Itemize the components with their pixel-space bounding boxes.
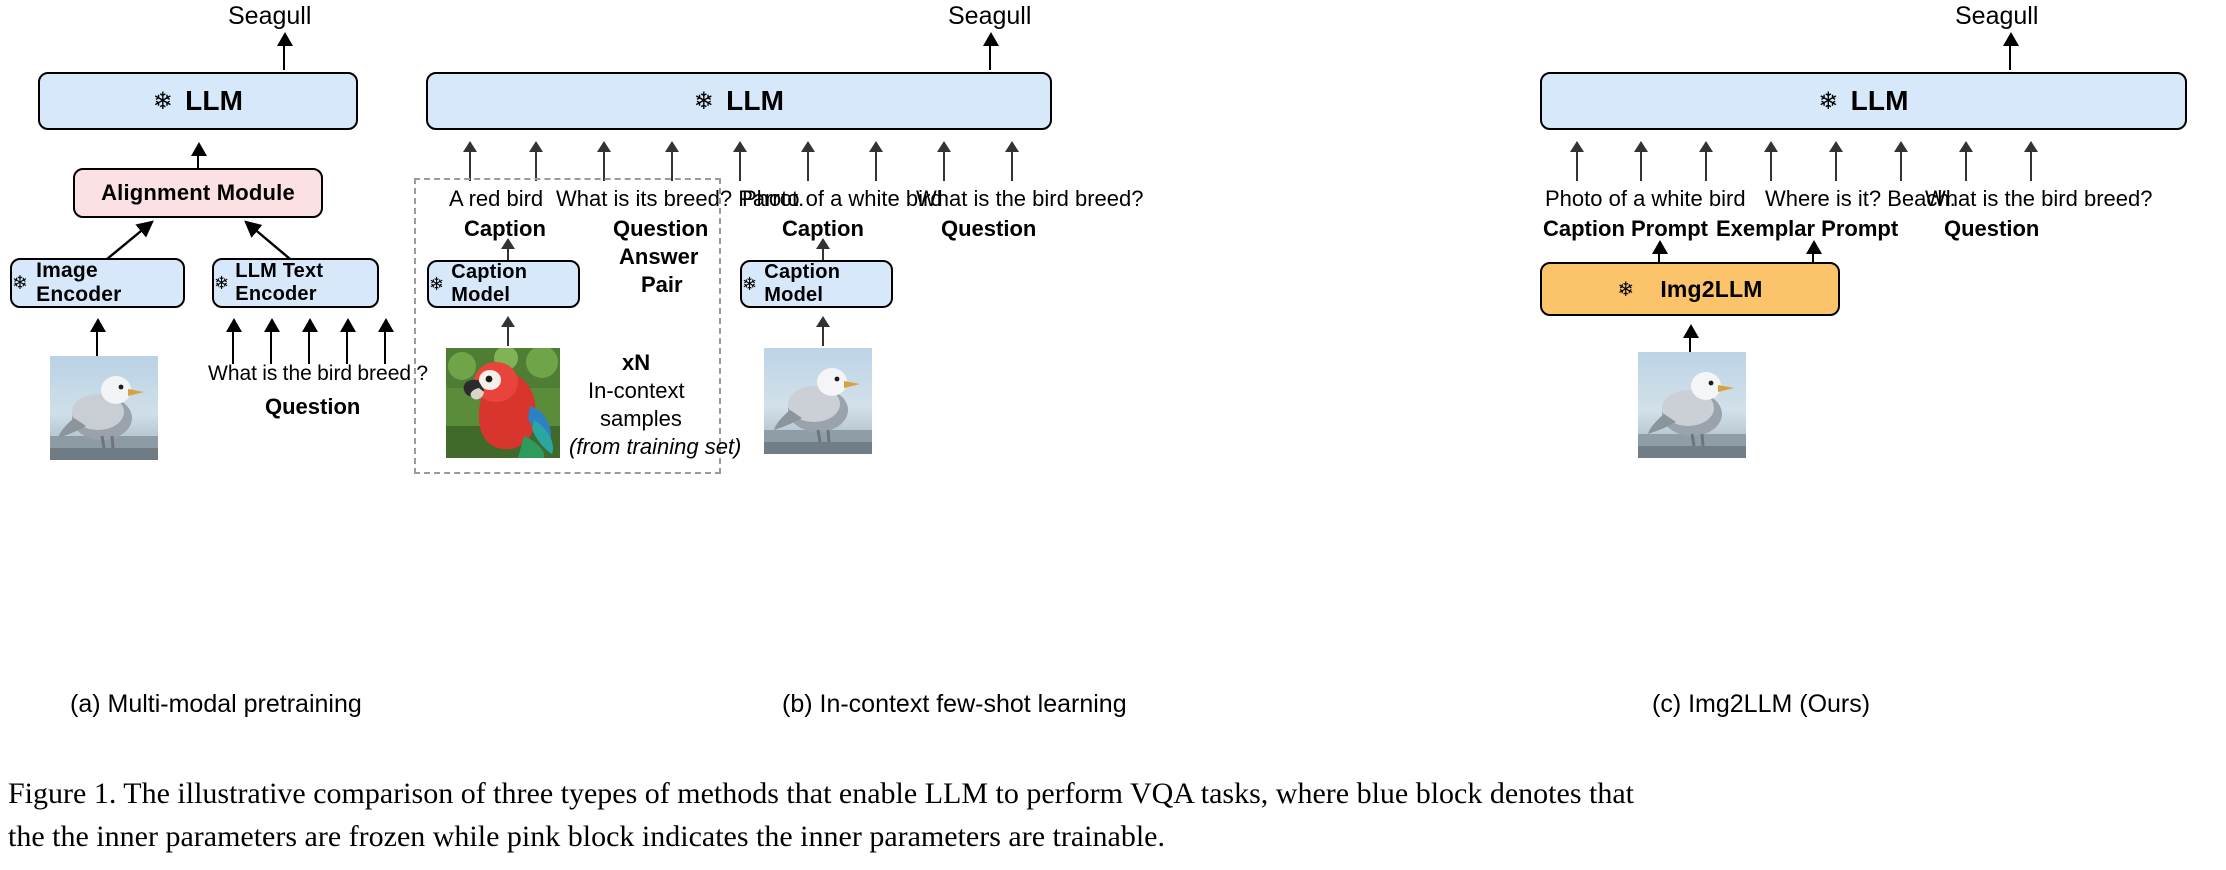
question-word: the [282,362,312,385]
snowflake-icon: ❄ [152,87,174,115]
panel-c-token-arrow [2024,141,2038,181]
panel-a-text-encoder-block: ❄ LLM Text Encoder [212,258,379,308]
panel-a-alignment-module-block: Alignment Module [73,168,323,218]
panel-c-input-image [1638,352,1746,458]
panel-b-token-arrow [597,141,611,181]
snowflake-icon: ❄ [1818,87,1839,115]
panel-b-token-arrow [869,141,883,181]
panel-a-text-encoder-label: LLM Text Encoder [235,260,324,305]
panel-a-input-image [50,356,158,460]
panel-c-caption: (c) Img2LLM (Ours) [1652,690,1871,718]
panel-c-caption-prompt-label: Caption Prompt [1543,216,1708,241]
panel-b-token-arrow [463,141,477,181]
panel-a-word-arrow-3 [302,318,318,364]
panel-a-caption: (a) Multi-modal pretraining [70,690,362,718]
panel-c-token-arrow [1570,141,1584,181]
panel-a-question-words: What is the bird breed ? [208,362,428,386]
panel-a-alignment-to-llm-arrow [191,142,207,170]
panel-b-token-arrow [665,141,679,181]
panel-b-query-question-text: What is the bird breed? [916,186,1144,211]
panel-b-exemplar-qa-label-2: Answer [619,244,699,269]
panel-a-word-arrow-5 [378,318,394,364]
panel-b-query-caption-model-label: Caption Model [764,261,841,306]
snowflake-icon: ❄ [12,272,29,294]
panel-b-output-text: Seagull [948,2,1032,30]
panel-a-image-encoder-block: ❄ Image Encoder [10,258,185,308]
panel-b-token-arrow [733,141,747,181]
panel-c-img2llm-label: Img2LLM [1660,275,1763,302]
panel-b-token-arrow [1005,141,1019,181]
panel-b-token-arrow [529,141,543,181]
figure-caption-line-2: the the inner parameters are frozen whil… [8,820,1165,853]
panel-c-llm-label: LLM [1850,85,1909,116]
panel-a-image-encoder-label: Image Encoder [36,259,122,306]
snowflake-icon: ❄ [742,273,758,294]
panel-b-token-arrow [937,141,951,181]
panel-b-output-arrow [983,32,999,70]
snowflake-icon: ❄ [214,272,230,293]
panel-b-exemplar-caption-text: A red bird [449,186,544,211]
panel-a-alignment-module-label: Alignment Module [101,180,295,205]
panel-a-word-arrow-2 [264,318,280,364]
panel-b-repeat-line1: In-context [588,378,685,403]
panel-c-token-arrow [1894,141,1908,181]
panel-b-exemplar-caption-model-block: ❄ Caption Model [427,260,580,308]
panel-c-token-arrow [1764,141,1778,181]
panel-a-word-arrow-1 [226,318,242,364]
question-word: is [262,362,278,385]
panel-b-llm-block: ❄ LLM [426,72,1052,130]
figure-caption: Figure 1. The illustrative comparison of… [8,772,2220,858]
panel-a-output-text: Seagull [228,2,312,30]
panel-c-llm-block: ❄ LLM [1540,72,2187,130]
panel-b-exemplar-image [446,348,560,458]
panel-c-question-text: What is the bird breed? [1925,186,2153,211]
panel-b-repeat-line3: (from training set) [569,434,742,459]
panel-c-token-arrow [1634,141,1648,181]
panel-b-query-image-arrow [816,316,830,346]
panel-c-output-arrow [2003,32,2019,70]
figure-caption-line-1: Figure 1. The illustrative comparison of… [8,777,1634,810]
panel-c-token-arrow [1699,141,1713,181]
panel-c-token-arrow [1829,141,1843,181]
panel-c-img2llm-block: ❄ Img2LLM [1540,262,1840,316]
snowflake-icon: ❄ [429,273,445,294]
snowflake-icon: ❄ [693,87,715,115]
panel-c-token-arrow [1959,141,1973,181]
panel-b-exemplar-qa-label-3: Pair [641,272,683,297]
question-word: What [208,362,258,385]
panel-a-question-label: Question [265,394,361,419]
snowflake-icon: ❄ [1617,278,1635,301]
panel-a-llm-label: LLM [185,85,244,116]
panel-b-repeat-count: xN [622,350,651,375]
panel-c-exemplar-prompt-label: Exemplar Prompt [1716,216,1899,241]
question-word: breed [357,362,412,385]
panel-b-query-image [764,348,872,454]
panel-a-llm-block: ❄ LLM [38,72,358,130]
figure-canvas: Seagull ❄ LLM Alignment Module ❄ Image E… [0,0,2226,870]
panel-b-exemplar-caption-model-label: Caption Model [451,261,528,306]
panel-c-output-text: Seagull [1955,2,2039,30]
panel-b-query-caption-model-block: ❄ Caption Model [740,260,893,308]
panel-b-query-caption-text: Photo of a white bird [742,186,943,211]
panel-b-repeat-line2: samples [600,406,682,431]
panel-a-output-arrow [277,32,293,70]
panel-b-llm-label: LLM [726,85,785,116]
question-word: bird [317,362,353,385]
panel-b-query-question-label: Question [941,216,1037,241]
panel-b-token-arrow [801,141,815,181]
panel-b-caption: (b) In-context few-shot learning [782,690,1127,718]
panel-b-parrot-image-arrow [501,316,515,346]
panel-a-word-arrow-4 [340,318,356,364]
panel-b-exemplar-qa-label-1: Question [613,216,709,241]
panel-c-question-label: Question [1944,216,2040,241]
panel-c-caption-prompt-text: Photo of a white bird [1545,186,1746,211]
